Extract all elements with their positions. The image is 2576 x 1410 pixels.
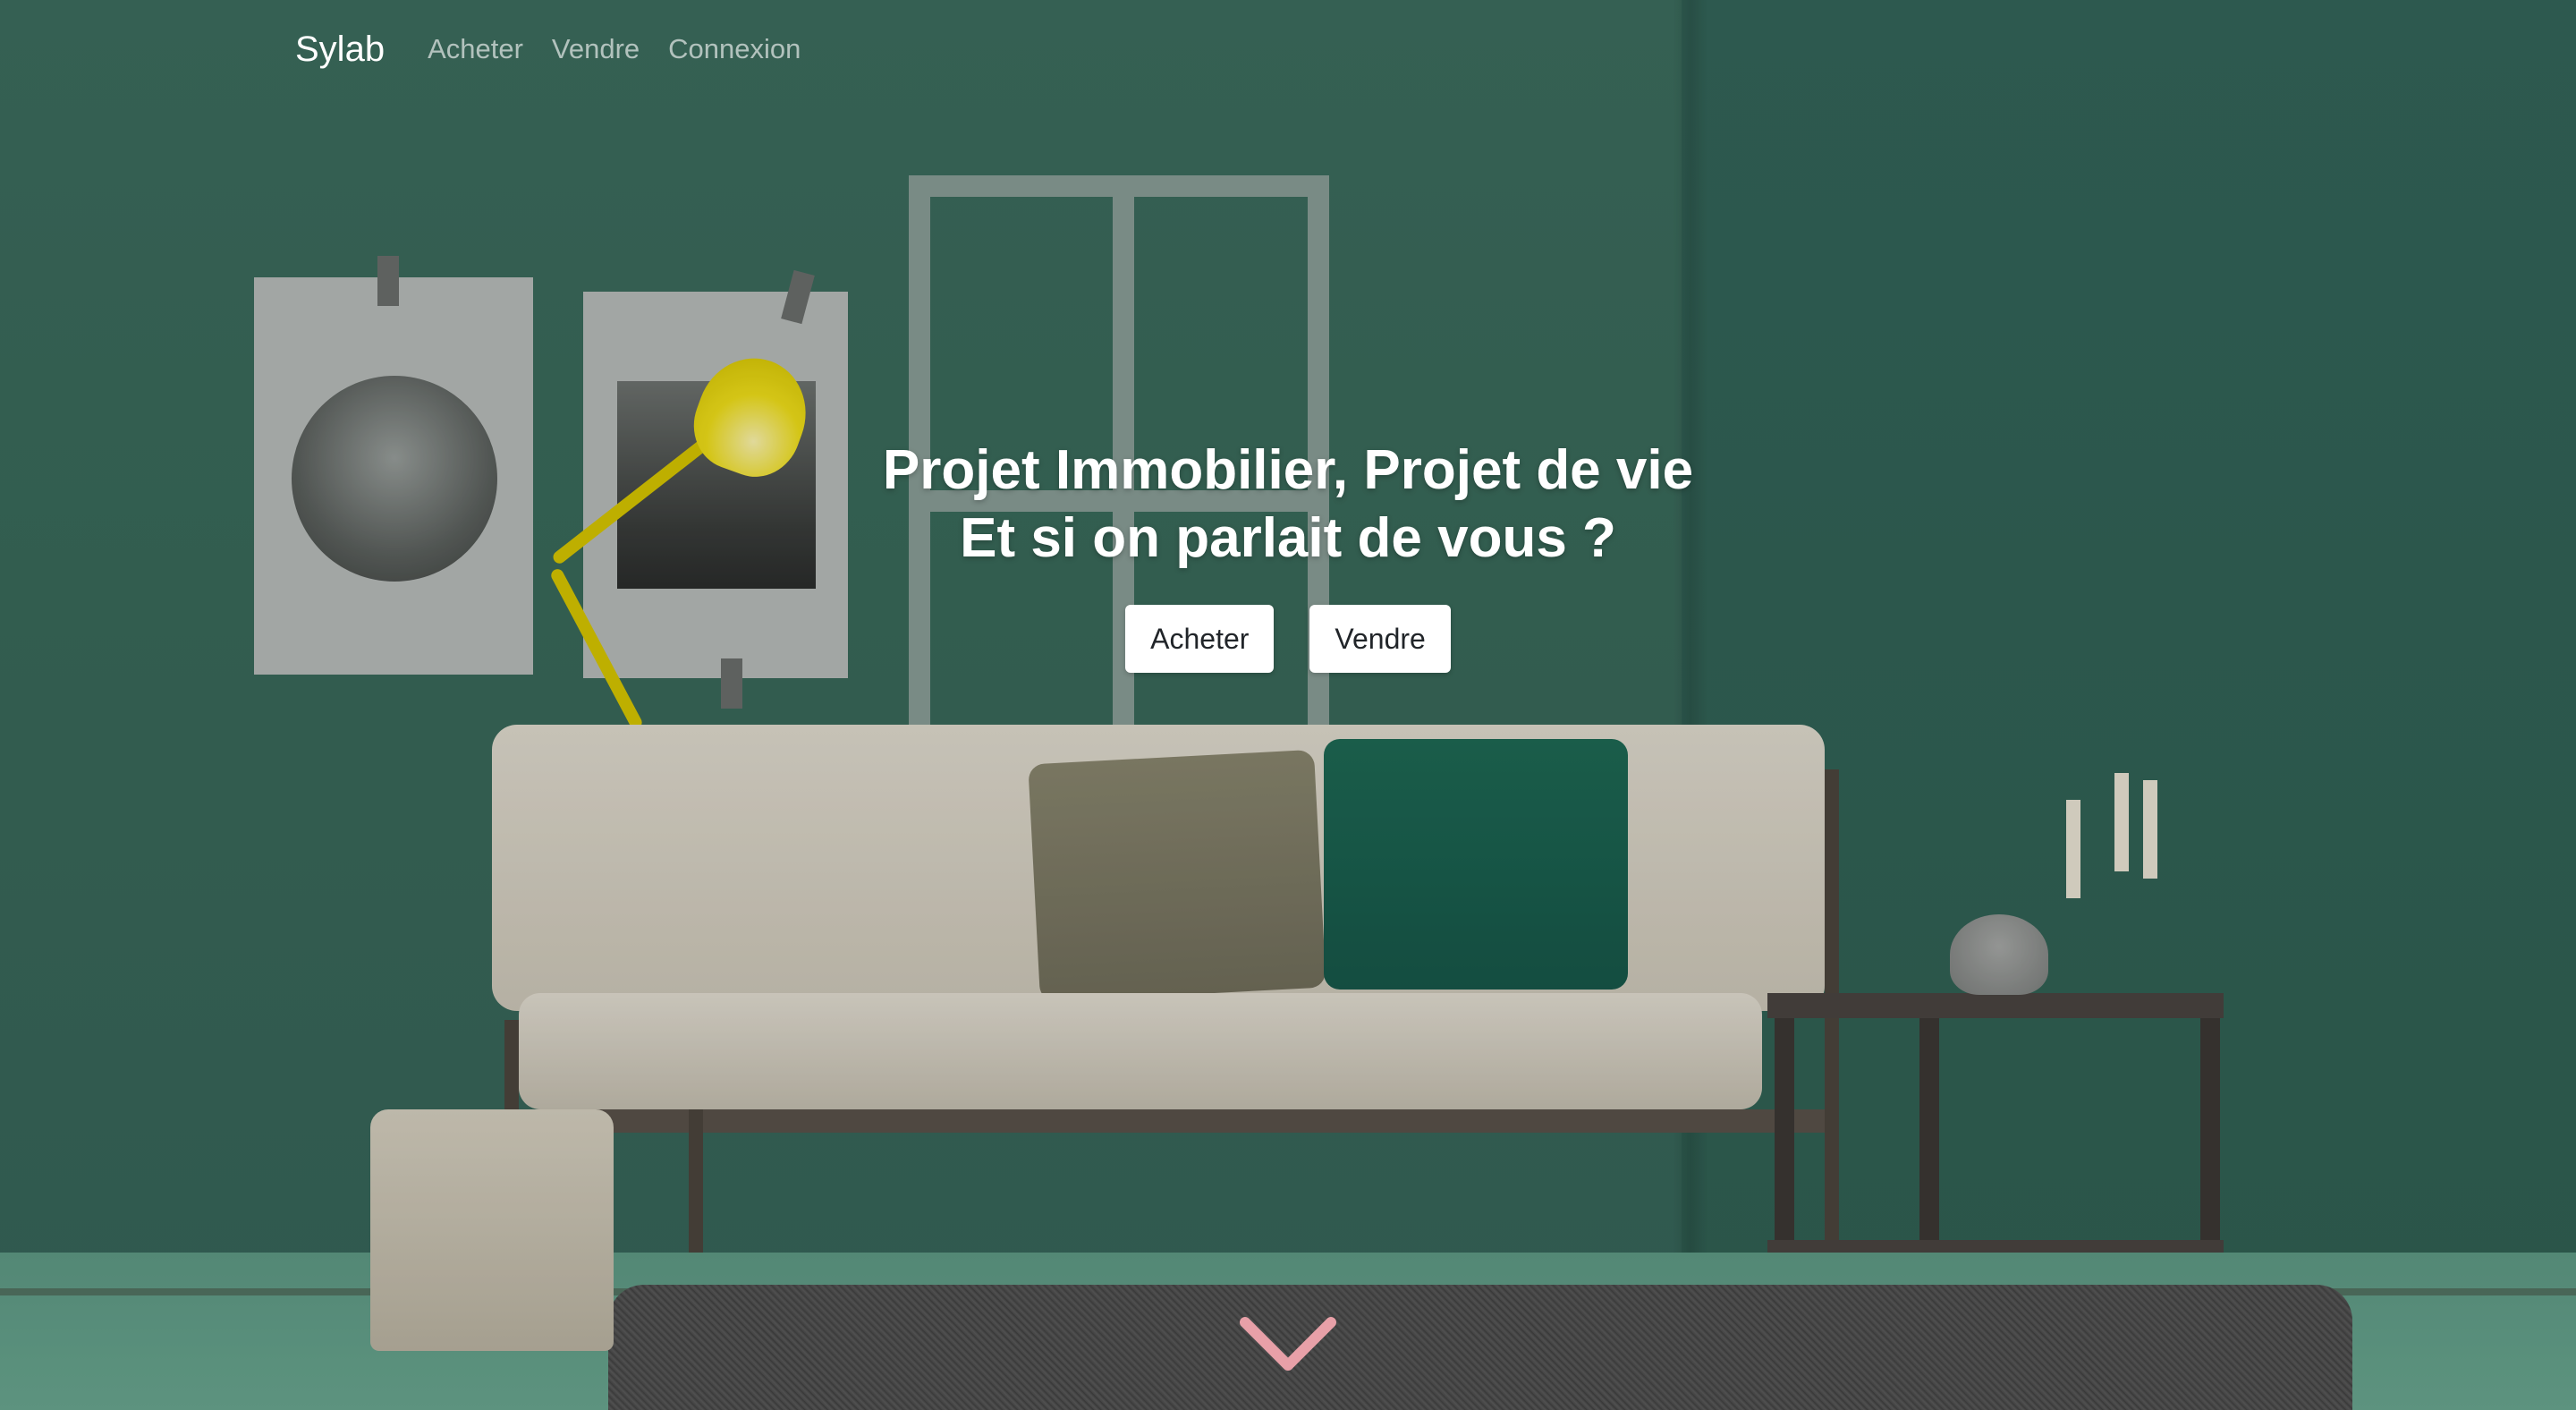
nav-link-connexion[interactable]: Connexion bbox=[668, 33, 801, 65]
chevron-down-icon-svg bbox=[1240, 1317, 1336, 1371]
buy-button[interactable]: Acheter bbox=[1125, 605, 1275, 673]
sell-button[interactable]: Vendre bbox=[1309, 605, 1451, 673]
nav-link-vendre[interactable]: Vendre bbox=[552, 33, 640, 65]
brand-logo[interactable]: Sylab bbox=[295, 30, 385, 70]
chevron-down-icon[interactable] bbox=[1240, 1315, 1336, 1378]
hero-section: Sylab Acheter Vendre Connexion Projet Im… bbox=[0, 0, 2576, 1410]
nav-link-acheter[interactable]: Acheter bbox=[428, 33, 523, 65]
navbar: Sylab Acheter Vendre Connexion bbox=[0, 0, 2576, 98]
background-overlay bbox=[0, 0, 2576, 1410]
hero-subtitle: Et si on parlait de vous ? bbox=[960, 507, 1616, 569]
hero-buttons: Acheter Vendre bbox=[0, 605, 2576, 673]
hero-headline: Projet Immobilier, Projet de vie Et si o… bbox=[0, 437, 2576, 573]
hero-title: Projet Immobilier, Projet de vie bbox=[882, 439, 1694, 501]
